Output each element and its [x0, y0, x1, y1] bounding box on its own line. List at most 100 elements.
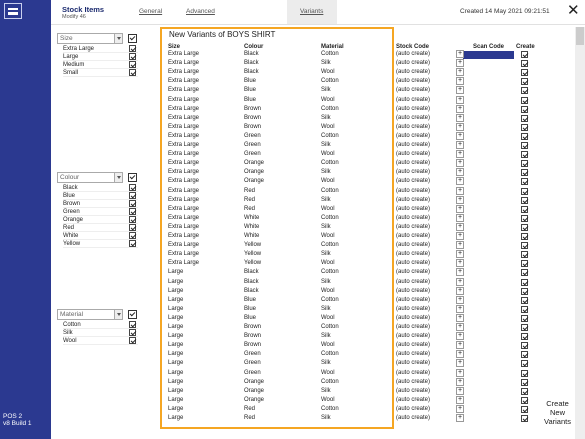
create-checkbox[interactable]	[521, 96, 528, 104]
plus-icon[interactable]: +	[456, 359, 464, 368]
create-checkbox[interactable]	[521, 351, 528, 359]
create-checkbox[interactable]	[521, 305, 528, 313]
create-checkbox[interactable]	[521, 333, 528, 341]
close-icon[interactable]: ✕	[567, 3, 580, 18]
create-checkbox[interactable]	[521, 378, 528, 386]
create-checkbox[interactable]	[521, 178, 528, 186]
plus-icon[interactable]: +	[456, 241, 464, 250]
tab-variants[interactable]: Variants	[300, 8, 323, 15]
plus-icon[interactable]: +	[456, 95, 464, 104]
tab-advanced[interactable]: Advanced	[186, 8, 215, 15]
create-checkbox[interactable]	[521, 405, 528, 413]
plus-icon[interactable]: +	[456, 68, 464, 77]
plus-icon[interactable]: +	[456, 168, 464, 177]
plus-icon[interactable]: +	[456, 222, 464, 231]
plus-icon[interactable]: +	[456, 177, 464, 186]
stock-code-cell[interactable]: (auto create)	[396, 150, 430, 159]
plus-icon[interactable]: +	[456, 277, 464, 286]
create-checkbox[interactable]	[521, 342, 528, 350]
create-checkbox[interactable]	[521, 205, 528, 213]
stock-code-cell[interactable]: (auto create)	[396, 168, 430, 177]
create-checkbox[interactable]	[521, 233, 528, 240]
create-checkbox[interactable]	[521, 87, 528, 95]
create-checkbox[interactable]	[521, 278, 528, 286]
create-checkbox[interactable]	[521, 251, 528, 259]
create-checkbox[interactable]	[521, 287, 528, 295]
size-dropdown[interactable]: Size	[57, 33, 123, 44]
create-checkbox[interactable]	[521, 78, 528, 86]
plus-icon[interactable]: +	[456, 113, 464, 122]
stock-code-cell[interactable]: (auto create)	[396, 396, 430, 405]
create-checkbox[interactable]	[521, 187, 528, 195]
create-checkbox[interactable]	[521, 369, 528, 377]
stock-code-cell[interactable]: (auto create)	[396, 378, 430, 387]
create-checkbox[interactable]	[521, 114, 528, 122]
plus-icon[interactable]: +	[456, 204, 464, 213]
create-checkbox[interactable]	[521, 360, 528, 368]
stock-code-cell[interactable]: (auto create)	[396, 359, 430, 368]
create-checkbox[interactable]	[521, 60, 528, 68]
create-checkbox[interactable]	[521, 242, 528, 250]
create-checkbox[interactable]	[521, 51, 528, 58]
chevron-down-icon[interactable]	[114, 34, 122, 43]
stock-code-cell[interactable]: (auto create)	[396, 369, 430, 378]
plus-icon[interactable]: +	[456, 86, 464, 95]
plus-icon[interactable]: +	[456, 131, 464, 140]
menu-icon[interactable]	[4, 3, 22, 19]
size-select-all-checkbox[interactable]	[128, 34, 137, 43]
tab-general[interactable]: General	[139, 8, 162, 15]
stock-code-cell[interactable]: (auto create)	[396, 132, 430, 141]
create-checkbox[interactable]	[521, 142, 528, 149]
stock-code-cell[interactable]: (auto create)	[396, 250, 430, 259]
plus-icon[interactable]: +	[456, 268, 464, 277]
plus-icon[interactable]: +	[456, 213, 464, 222]
create-checkbox[interactable]	[521, 223, 528, 231]
stock-code-cell[interactable]: (auto create)	[396, 296, 430, 305]
create-checkbox[interactable]	[521, 314, 528, 322]
create-checkbox[interactable]	[521, 169, 528, 177]
scrollbar-thumb[interactable]	[576, 27, 584, 45]
stock-code-cell[interactable]: (auto create)	[396, 259, 430, 268]
create-checkbox[interactable]	[521, 214, 528, 222]
create-checkbox[interactable]	[521, 123, 528, 131]
create-checkbox[interactable]	[521, 324, 528, 331]
plus-icon[interactable]: +	[456, 250, 464, 259]
stock-code-cell[interactable]: (auto create)	[396, 141, 430, 150]
stock-code-cell[interactable]: (auto create)	[396, 223, 430, 232]
plus-icon[interactable]: +	[456, 414, 464, 422]
stock-code-cell[interactable]: (auto create)	[396, 268, 430, 277]
create-checkbox[interactable]	[521, 196, 528, 204]
plus-icon[interactable]: +	[456, 50, 464, 58]
plus-icon[interactable]: +	[456, 323, 464, 331]
stock-code-cell[interactable]: (auto create)	[396, 77, 430, 86]
stock-code-cell[interactable]: (auto create)	[396, 414, 430, 423]
stock-code-cell[interactable]: (auto create)	[396, 187, 430, 196]
plus-icon[interactable]: +	[456, 395, 464, 404]
stock-code-cell[interactable]: (auto create)	[396, 387, 430, 396]
plus-icon[interactable]: +	[456, 159, 464, 168]
create-checkbox[interactable]	[521, 260, 528, 268]
stock-code-cell[interactable]: (auto create)	[396, 314, 430, 323]
stock-code-cell[interactable]: (auto create)	[396, 105, 430, 114]
create-checkbox[interactable]	[521, 105, 528, 113]
plus-icon[interactable]: +	[456, 341, 464, 350]
plus-icon[interactable]: +	[456, 259, 464, 268]
stock-code-cell[interactable]: (auto create)	[396, 278, 430, 287]
create-checkbox[interactable]	[521, 387, 528, 395]
stock-code-cell[interactable]: (auto create)	[396, 241, 430, 250]
stock-code-cell[interactable]: (auto create)	[396, 341, 430, 350]
stock-code-cell[interactable]: (auto create)	[396, 332, 430, 341]
plus-icon[interactable]: +	[456, 386, 464, 395]
stock-code-cell[interactable]: (auto create)	[396, 123, 430, 132]
stock-code-cell[interactable]: (auto create)	[396, 50, 430, 59]
stock-code-cell[interactable]: (auto create)	[396, 59, 430, 68]
create-checkbox[interactable]	[521, 269, 528, 277]
create-checkbox[interactable]	[521, 396, 528, 404]
plus-icon[interactable]: +	[456, 377, 464, 386]
stock-code-cell[interactable]: (auto create)	[396, 196, 430, 205]
stock-code-cell[interactable]: (auto create)	[396, 68, 430, 77]
plus-icon[interactable]: +	[456, 304, 464, 313]
plus-icon[interactable]: +	[456, 350, 464, 359]
stock-code-cell[interactable]: (auto create)	[396, 159, 430, 168]
plus-icon[interactable]: +	[456, 150, 464, 159]
